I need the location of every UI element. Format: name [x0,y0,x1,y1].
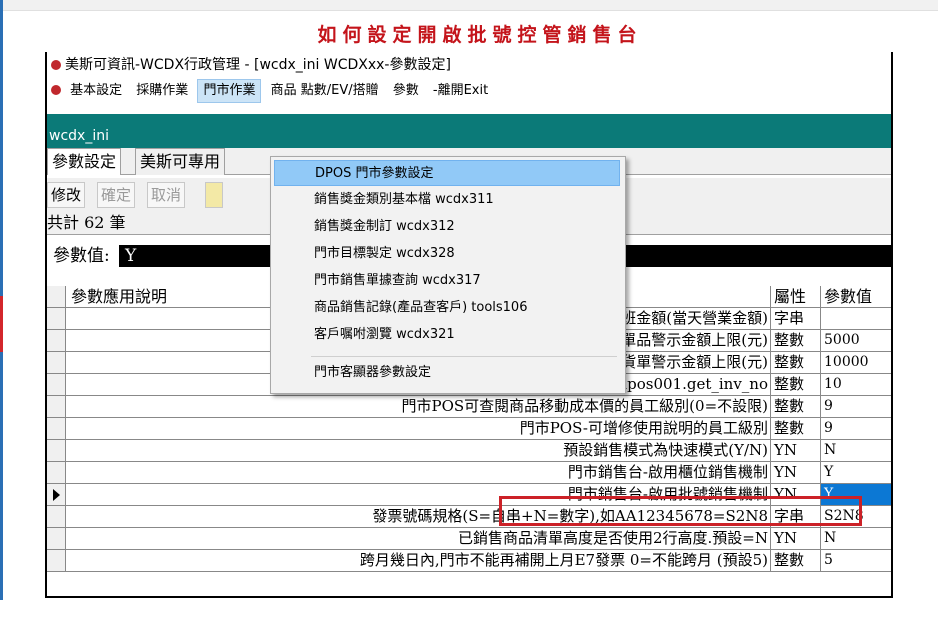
column-header-value[interactable]: 參數值 [821,286,891,307]
cell-value[interactable]: N [821,440,891,461]
app-icon [51,60,61,70]
cell-description[interactable]: 發票號碼規格(S=自串+N=數字),如AA12345678=S2N8 [65,506,771,527]
cell-value[interactable]: Y [821,462,891,483]
table-row[interactable]: 已銷售商品清單高度是否使用2行高度.預設=N YN N [47,528,891,550]
menu-exit[interactable]: -離開Exit [428,78,493,104]
row-header[interactable] [47,484,66,505]
cell-description[interactable]: 門市POS可查閱商品移動成本價的員工級別(0=不設限) [65,396,771,417]
row-header[interactable] [47,462,66,483]
row-header-corner [47,286,66,307]
menu-product-points[interactable]: 商品 點數/EV/搭贈 [266,78,384,104]
column-header-type[interactable]: 屬性 [771,286,821,307]
dropdown-item-dpos-settings[interactable]: DPOS 門市參數設定 [274,160,620,186]
cell-type[interactable]: 整數 [771,396,821,417]
dropdown-item-bonus-category[interactable]: 銷售獎金類別基本檔 wcdx311 [274,187,620,213]
table-row[interactable]: 預設銷售模式為快速模式(Y/N) YN N [47,440,891,462]
cell-value[interactable]: S2N8 [821,506,891,527]
cell-value[interactable]: 9 [821,396,891,417]
edit-button[interactable]: 修改 [47,182,86,208]
dropdown-item-bonus-rules[interactable]: 銷售獎金制訂 wcdx312 [274,214,620,240]
row-header[interactable] [47,330,66,351]
row-header[interactable] [47,396,66,417]
cell-type[interactable]: 整數 [771,418,821,439]
row-header[interactable] [47,528,66,549]
window-titlebar: 美斯可資訊-WCDX行政管理 - [wcdx_ini WCDXxx-參數設定] [47,52,891,78]
cell-description[interactable]: 門市銷售台-啟用批號銷售機制 [65,484,771,505]
cell-value[interactable]: 5 [821,550,891,571]
menu-store-operations[interactable]: 門市作業 [197,79,262,103]
table-row[interactable]: 門市銷售台-啟用批號銷售機制 YN Y [47,484,891,506]
param-value-label: 參數值: [53,246,110,266]
cell-type[interactable]: 整數 [771,352,821,373]
table-row[interactable]: 門市銷售台-啟用櫃位銷售機制 YN Y [47,462,891,484]
confirm-button[interactable]: 確定 [97,182,136,208]
cell-type[interactable]: YN [771,528,821,549]
cell-description[interactable]: 預設銷售模式為快速模式(Y/N) [65,440,771,461]
cell-value[interactable]: 9 [821,418,891,439]
dropdown-separator [311,356,617,357]
cell-type[interactable]: YN [771,484,821,505]
menu-bar: 基本設定 採購作業 門市作業 商品 點數/EV/搭贈 參數 -離開Exit [47,78,891,104]
window-title: 美斯可資訊-WCDX行政管理 - [wcdx_ini WCDXxx-參數設定] [65,57,451,73]
left-edge-marker [0,296,3,352]
table-row[interactable]: 跨月幾日內,門市不能再補開上月E7發票 0=不能跨月 (預設5) 整數 5 [47,550,891,572]
cell-description[interactable]: 已銷售商品清單高度是否使用2行高度.預設=N [65,528,771,549]
app-screenshot: 美斯可資訊-WCDX行政管理 - [wcdx_ini WCDXxx-參數設定] … [45,52,893,598]
cell-type[interactable]: 字串 [771,506,821,527]
tab-mesco-only[interactable]: 美斯可專用 [135,148,226,175]
dropdown-item-sales-documents[interactable]: 門市銷售單據查詢 wcdx317 [274,268,620,294]
page-heading: 如何設定開啟批號控管銷售台 [317,24,643,46]
cell-value[interactable]: 10 [821,374,891,395]
row-header[interactable] [47,506,66,527]
row-header[interactable] [47,308,66,329]
current-row-indicator [53,489,60,501]
row-header[interactable] [47,418,66,439]
cell-description[interactable]: 跨月幾日內,門市不能再補開上月E7發票 0=不能跨月 (預設5) [65,550,771,571]
filter-icon[interactable] [205,182,223,208]
cell-value[interactable] [821,308,891,329]
cancel-button[interactable]: 取消 [147,182,186,208]
cell-type[interactable]: 整數 [771,330,821,351]
cell-type[interactable]: YN [771,440,821,461]
dropdown-item-customer-notes[interactable]: 客戶嘱咐瀏覽 wcdx321 [274,322,620,348]
menu-app-icon [51,85,61,95]
cell-type[interactable]: 字串 [771,308,821,329]
cell-description[interactable]: 門市POS-可增修使用說明的員工級別 [65,418,771,439]
row-header[interactable] [47,374,66,395]
cell-description[interactable]: 門市銷售台-啟用櫃位銷售機制 [65,462,771,483]
record-count: 共計 62 筆 [47,213,126,232]
row-header[interactable] [47,352,66,373]
dropdown-item-store-targets[interactable]: 門市目標製定 wcdx328 [274,241,620,267]
top-strip [0,0,938,11]
table-row[interactable]: 門市POS-可增修使用說明的員工級別 整數 9 [47,418,891,440]
tab-parameter-settings[interactable]: 參數設定 [47,148,122,175]
cell-type[interactable]: 整數 [771,550,821,571]
cell-value[interactable]: Y [821,484,891,505]
form-caption-bar: wcdx_ini [47,114,891,148]
cell-type[interactable]: YN [771,462,821,483]
store-operations-dropdown: DPOS 門市參數設定 銷售獎金類別基本檔 wcdx311 銷售獎金制訂 wcd… [270,156,626,394]
table-row[interactable]: 發票號碼規格(S=自串+N=數字),如AA12345678=S2N8 字串 S2N8 [47,506,891,528]
form-caption: wcdx_ini [49,128,109,144]
row-header[interactable] [47,440,66,461]
menu-parameters[interactable]: 參數 [388,78,424,104]
cell-type[interactable]: 整數 [771,374,821,395]
menu-purchasing[interactable]: 採購作業 [131,78,193,104]
cell-value[interactable]: 5000 [821,330,891,351]
cell-value[interactable]: 10000 [821,352,891,373]
dropdown-item-sales-records[interactable]: 商品銷售記錄(產品查客戶) tools106 [274,295,620,321]
table-row[interactable]: 門市POS可查閱商品移動成本價的員工級別(0=不設限) 整數 9 [47,396,891,418]
menu-basic-settings[interactable]: 基本設定 [65,78,127,104]
cell-value[interactable]: N [821,528,891,549]
row-header[interactable] [47,550,66,571]
dropdown-item-display-settings[interactable]: 門市客顯器參數設定 [274,360,620,386]
